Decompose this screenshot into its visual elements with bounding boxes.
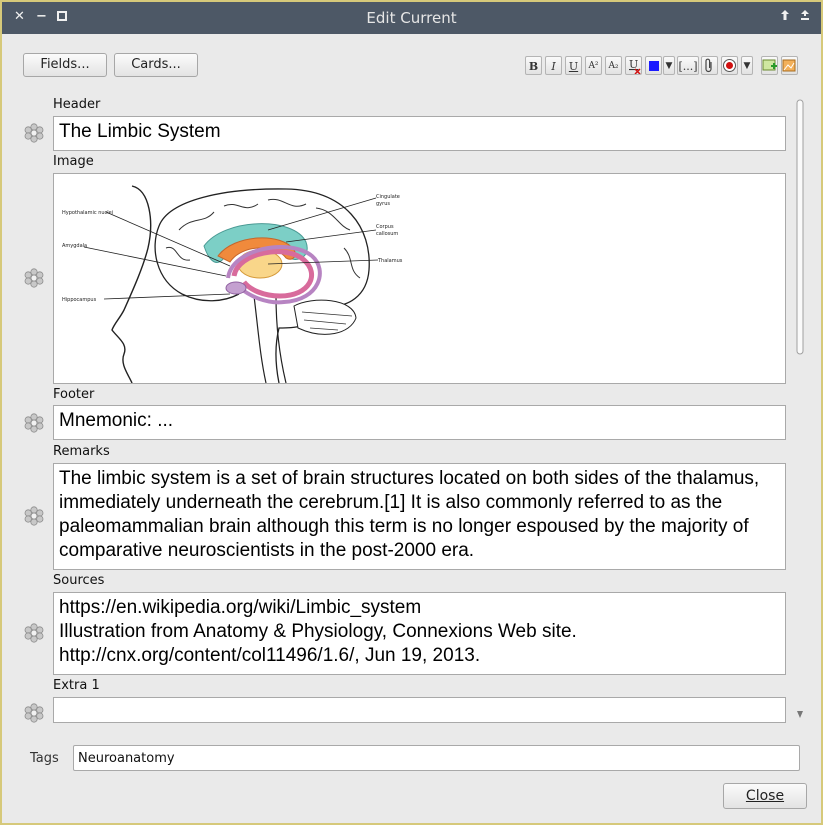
- sticky-pin-icon[interactable]: [23, 622, 45, 644]
- clear-format-button[interactable]: U: [625, 56, 642, 75]
- label-callosum: callosum: [376, 231, 398, 237]
- scroll-down-icon[interactable]: [797, 711, 803, 718]
- label-thalamus: Thalamus: [377, 258, 403, 264]
- title-bar: ✕ − Edit Current: [2, 2, 821, 34]
- close-button-label: Close: [745, 788, 785, 804]
- tags-label: Tags: [30, 751, 59, 766]
- label-gyrus: gyrus: [376, 201, 390, 207]
- limbic-system-diagram: Hypothalamic nuclei Amygdala Hippocampus…: [62, 185, 403, 383]
- sticky-pin-icon[interactable]: [23, 122, 45, 144]
- field-label-remarks: Remarks: [53, 444, 110, 459]
- svg-text:U: U: [629, 58, 638, 71]
- sticky-pin-icon[interactable]: [23, 412, 45, 434]
- field-label-header: Header: [53, 97, 101, 112]
- field-label-sources: Sources: [53, 573, 105, 588]
- label-hippocampus: Hippocampus: [62, 297, 97, 303]
- field-label-image: Image: [53, 154, 94, 169]
- underline-button[interactable]: U: [565, 56, 582, 75]
- sticky-pin-icon[interactable]: [23, 267, 45, 289]
- bold-button[interactable]: B: [525, 56, 542, 75]
- fields-button[interactable]: Fields...: [23, 53, 107, 77]
- sticky-pin-icon[interactable]: [23, 505, 45, 527]
- subscript-button[interactable]: A₂: [605, 56, 622, 75]
- insert-image-button[interactable]: [761, 56, 778, 75]
- picture-icon: [782, 59, 796, 72]
- text-color-button[interactable]: [645, 56, 662, 75]
- italic-button[interactable]: I: [545, 56, 562, 75]
- window-title: Edit Current: [366, 9, 457, 27]
- extra1-field[interactable]: [53, 697, 786, 723]
- footer-field[interactable]: Mnemonic: ...: [53, 405, 786, 440]
- label-cingulate: Cingulate: [376, 194, 400, 200]
- record-icon: [723, 59, 736, 72]
- text-color-swatch: [649, 61, 659, 71]
- remarks-field[interactable]: The limbic system is a set of brain stru…: [53, 463, 786, 570]
- image-field[interactable]: Hypothalamic nuclei Amygdala Hippocampus…: [53, 173, 786, 384]
- header-field[interactable]: The Limbic System: [53, 116, 786, 151]
- more-dropdown-button[interactable]: ▼: [741, 56, 753, 75]
- close-button[interactable]: Close: [723, 783, 807, 809]
- color-dropdown-button[interactable]: ▼: [663, 56, 675, 75]
- field-label-extra1: Extra 1: [53, 678, 100, 693]
- latex-button[interactable]: [781, 56, 798, 75]
- cards-button[interactable]: Cards...: [114, 53, 198, 77]
- attach-media-button[interactable]: [701, 56, 718, 75]
- paperclip-icon: [705, 58, 712, 73]
- label-corpus: Corpus: [376, 224, 394, 230]
- shade-icon[interactable]: [800, 9, 810, 25]
- editor-window: ✕ − Edit Current Fields... Cards... B I …: [0, 0, 823, 825]
- field-label-footer: Footer: [53, 387, 95, 402]
- label-hypothalamic-nuclei: Hypothalamic nuclei: [62, 210, 113, 216]
- record-audio-button[interactable]: [721, 56, 738, 75]
- cloze-button[interactable]: [...]: [677, 56, 699, 75]
- vertical-scrollbar[interactable]: [794, 98, 806, 723]
- keep-above-icon[interactable]: [780, 9, 790, 25]
- label-amygdala: Amygdala: [62, 243, 87, 249]
- image-add-icon: [762, 59, 777, 71]
- sticky-pin-icon[interactable]: [23, 702, 45, 724]
- superscript-button[interactable]: A²: [585, 56, 602, 75]
- clear-format-icon: U: [629, 58, 641, 75]
- sources-field[interactable]: https://en.wikipedia.org/wiki/Limbic_sys…: [53, 592, 786, 675]
- tags-input[interactable]: Neuroanatomy: [73, 745, 800, 771]
